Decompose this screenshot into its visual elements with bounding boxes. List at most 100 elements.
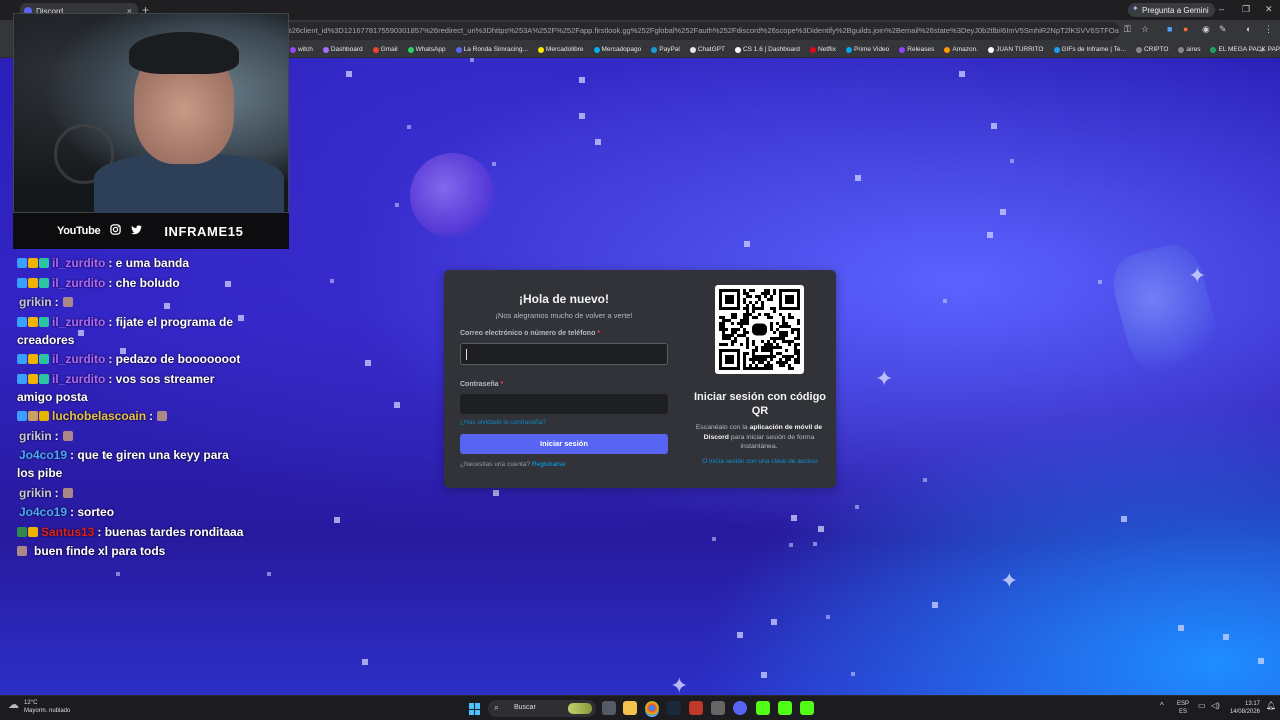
key-icon[interactable]: ⚿ [1124, 24, 1131, 35]
maximize-icon[interactable]: ❐ [1242, 4, 1250, 15]
app-icon-gray[interactable] [711, 701, 725, 715]
kick-icon-3[interactable] [800, 701, 814, 715]
kick-icon-2[interactable] [778, 701, 792, 715]
qr-module [749, 295, 752, 298]
file-explorer-icon[interactable] [623, 701, 637, 715]
clock[interactable]: 13:17 14/08/2026 [1226, 700, 1260, 716]
chat-username[interactable]: grikin [19, 429, 52, 443]
tray-overflow-icon[interactable]: ^ [1160, 702, 1164, 710]
kick-icon[interactable] [756, 701, 770, 715]
chrome-taskbar-icon[interactable] [645, 701, 659, 715]
passkey-link[interactable]: O inicia sesión con una clave de acceso [690, 458, 830, 465]
chat-badge-icon [28, 316, 38, 327]
qr-module [770, 295, 773, 298]
extension-icon[interactable]: ■ [1167, 24, 1172, 34]
chat-username[interactable]: Jo4co19 [19, 505, 67, 519]
steam-icon[interactable] [667, 701, 681, 715]
chat-username[interactable]: il_zurdito [52, 372, 105, 386]
bookmark-favicon-icon [988, 46, 995, 53]
taskbar-search[interactable]: ⌕ Buscar [488, 700, 596, 717]
qr-module [761, 367, 764, 370]
qr-module [743, 361, 746, 364]
bookmark-label: La Ronda Simracing... [463, 46, 528, 53]
bookmark-item[interactable]: Mercadopago [593, 46, 641, 53]
qr-module [734, 337, 737, 340]
bookmark-item[interactable]: witch [290, 46, 313, 53]
bookmark-item[interactable]: La Ronda Simracing... [455, 46, 528, 53]
chat-username[interactable]: il_zurdito [52, 256, 105, 270]
bookmark-label: ChatGPT [697, 46, 725, 53]
language-indicator[interactable]: ESP ES [1177, 700, 1189, 716]
bookmark-item[interactable]: Netflix [809, 46, 836, 53]
qr-module [797, 361, 800, 364]
task-view-icon[interactable] [602, 701, 616, 715]
streamer-cap [129, 32, 239, 74]
weather-widget[interactable]: ☁ 12°C Mayorm. nublado [8, 699, 70, 715]
bookmark-item[interactable]: Mercadolibre [537, 46, 584, 53]
star [492, 162, 496, 166]
login-button[interactable]: Iniciar sesión [460, 434, 668, 454]
register-link[interactable]: Registrarse [532, 461, 565, 468]
chat-username[interactable]: grikin [19, 295, 52, 309]
instagram-icon [110, 224, 122, 238]
bookmark-item[interactable]: CS 1.6 | Dashboard [734, 46, 800, 53]
bookmark-item[interactable]: Amazon. [944, 46, 978, 53]
qr-module [755, 364, 758, 367]
chat-username[interactable]: Jo4co19 [19, 448, 67, 462]
close-window-icon[interactable]: ✕ [1265, 4, 1273, 15]
qr-module [767, 361, 770, 364]
all-bookmarks-icon[interactable]: » [1260, 45, 1264, 54]
qr-module [725, 343, 728, 346]
qr-module [779, 325, 782, 328]
app-icon-red[interactable] [689, 701, 703, 715]
volume-icon[interactable]: ◁) [1211, 702, 1220, 710]
discord-taskbar-icon[interactable] [733, 701, 747, 715]
star [116, 572, 120, 576]
chat-username[interactable]: il_zurdito [52, 315, 105, 329]
bookmark-favicon-icon [593, 46, 600, 53]
qr-desc-pre: Escanéalo con la [695, 424, 748, 431]
bookmark-item[interactable]: ChatGPT [689, 46, 725, 53]
qr-module [782, 325, 785, 328]
bookmark-item[interactable]: Dashboard [322, 46, 363, 53]
password-field[interactable] [460, 394, 668, 414]
profile-avatar-icon[interactable]: ◐ [1246, 24, 1251, 34]
bookmark-item[interactable]: JUAN TURRITO [988, 46, 1044, 53]
address-bar[interactable]: sponse_type%3Dcode%26client_id%3D1216778… [200, 22, 1120, 40]
chat-message: grikin: [17, 293, 247, 311]
chat-username[interactable]: grikin [19, 486, 52, 500]
chat-username[interactable]: il_zurdito [52, 352, 105, 366]
chat-badge-icon [39, 354, 49, 364]
qr-module [746, 352, 749, 355]
bookmark-item[interactable]: CRIPTO [1135, 46, 1168, 53]
qr-module [770, 352, 773, 355]
bookmark-item[interactable]: WhatsApp [407, 46, 446, 53]
gemini-label: Pregunta a Gemini [1142, 5, 1209, 15]
forgot-password-link[interactable]: ¿Has olvidado la contraseña? [460, 419, 668, 426]
bookmark-item[interactable]: GIFs de Inframe | Te... [1053, 46, 1126, 53]
qr-module [767, 289, 770, 292]
extension-icon-2[interactable]: ● [1183, 24, 1188, 34]
bookmark-item[interactable]: Prime Video [846, 46, 889, 53]
network-icon[interactable]: ▭ [1198, 702, 1206, 710]
qr-module [770, 343, 773, 346]
chat-username[interactable]: il_zurdito [52, 276, 105, 290]
chrome-icon[interactable]: ◉ [1202, 24, 1210, 35]
bookmark-item[interactable]: aires [1178, 46, 1200, 53]
gemini-button[interactable]: Pregunta a Gemini [1128, 3, 1215, 17]
chat-username[interactable]: luchobelascoain [52, 409, 146, 423]
bookmark-item[interactable]: Releases [899, 46, 934, 53]
notification-icon[interactable]: 🔔︎ [1266, 702, 1276, 710]
qr-module [782, 361, 785, 364]
extensions-icon[interactable]: ✎ [1219, 24, 1227, 35]
email-field[interactable] [460, 343, 668, 365]
menu-icon[interactable]: ⋮ [1264, 24, 1273, 35]
bookmark-item[interactable]: PayPal [651, 46, 680, 53]
minimize-icon[interactable]: – [1219, 4, 1224, 14]
chat-username[interactable]: Santus13 [41, 525, 94, 539]
bookmark-star-icon[interactable]: ☆ [1141, 24, 1149, 35]
bookmark-item[interactable]: EL MEGA PACK PAP... [1210, 46, 1280, 53]
bookmark-item[interactable]: Gmail [372, 46, 398, 53]
windows-taskbar: ☁ 12°C Mayorm. nublado ⌕ Buscar ^ ESP ES… [0, 695, 1280, 720]
windows-start-icon[interactable] [469, 703, 481, 715]
